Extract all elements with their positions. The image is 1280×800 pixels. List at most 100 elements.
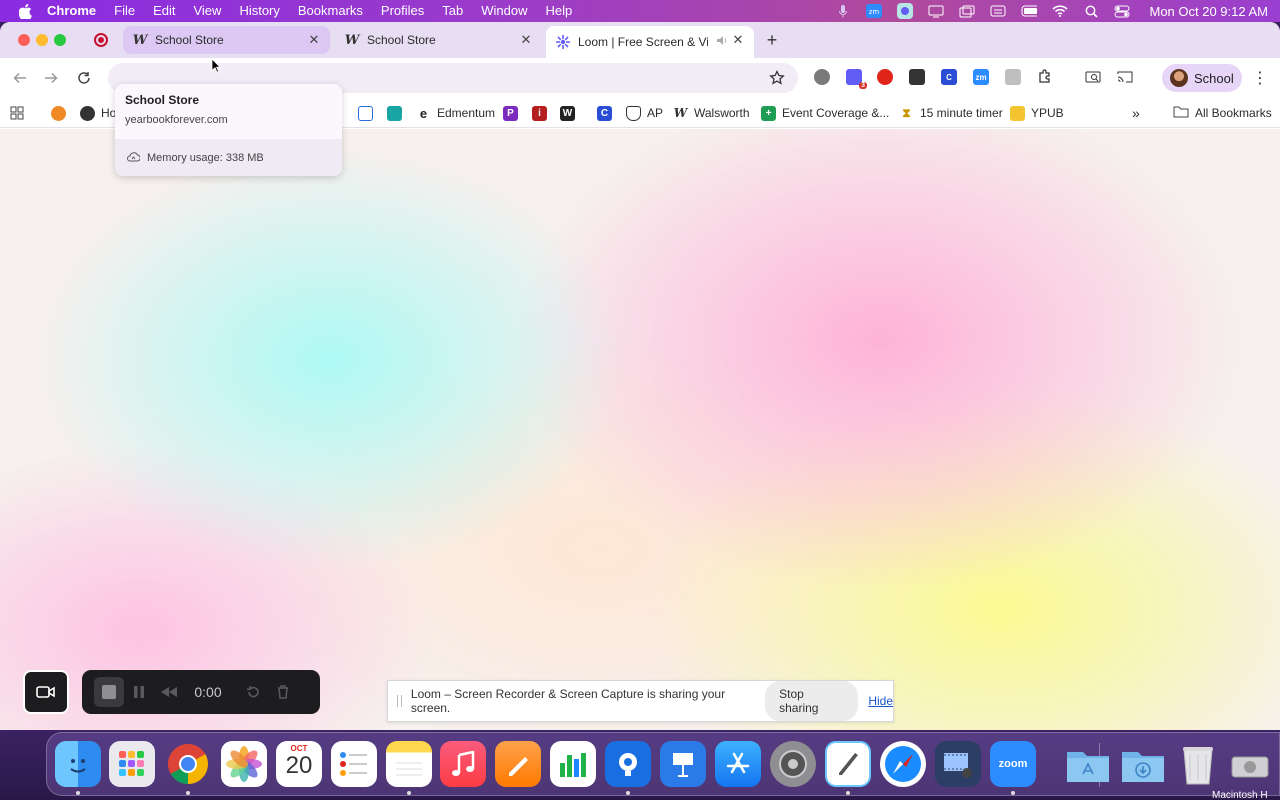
battery-icon[interactable] — [1021, 4, 1038, 18]
bookmark-15-minute-timer[interactable]: ⧗ 15 minute timer — [899, 103, 1003, 123]
extension-loom-icon[interactable]: 3 — [846, 69, 867, 89]
numbers-icon[interactable] — [550, 741, 596, 787]
bookmarks-overflow-icon[interactable]: » — [1132, 103, 1140, 123]
pages-icon[interactable] — [495, 741, 541, 787]
bookmark-star-icon[interactable] — [767, 68, 787, 88]
back-arrow-icon[interactable] — [10, 68, 30, 88]
pause-icon[interactable] — [124, 677, 154, 707]
bookmark-edmentum[interactable]: e Edmentum — [416, 103, 495, 123]
menu-view[interactable]: View — [184, 0, 230, 22]
launchpad-icon[interactable] — [109, 741, 155, 787]
bookmark-ap[interactable]: AP — [626, 103, 663, 123]
finder-icon[interactable] — [55, 741, 101, 787]
safari-icon[interactable] — [880, 741, 926, 787]
bookmark-walsworth[interactable]: W Walsworth — [673, 103, 750, 123]
microphone-icon[interactable] — [835, 4, 851, 18]
input-menu-icon[interactable] — [990, 4, 1006, 18]
apple-menu-icon[interactable] — [17, 3, 33, 19]
menu-history[interactable]: History — [230, 0, 288, 22]
notes-icon[interactable] — [386, 741, 432, 787]
keynote-live-icon[interactable] — [605, 741, 651, 787]
tab-close-icon[interactable]: ✕ — [518, 32, 534, 48]
trash-icon[interactable] — [268, 677, 298, 707]
hide-link[interactable]: Hide — [868, 694, 893, 708]
menu-file[interactable]: File — [105, 0, 144, 22]
recording-indicator-icon[interactable] — [94, 33, 108, 47]
photos-icon[interactable] — [221, 741, 267, 787]
menu-window[interactable]: Window — [472, 0, 536, 22]
applications-folder-icon[interactable] — [1065, 741, 1111, 787]
reminders-icon[interactable] — [331, 741, 377, 787]
music-icon[interactable] — [440, 741, 486, 787]
bookmark-p-icon[interactable]: P — [503, 103, 518, 123]
wifi-icon[interactable] — [1052, 4, 1069, 18]
screen-mirroring-icon[interactable] — [928, 4, 944, 18]
rewind-icon[interactable] — [154, 677, 184, 707]
new-tab-button[interactable]: + — [762, 30, 782, 50]
bookmark-i-icon[interactable]: i — [532, 103, 547, 123]
extensions-puzzle-icon[interactable] — [1037, 69, 1053, 85]
window-icon[interactable] — [959, 4, 975, 18]
extension-1-icon[interactable] — [814, 69, 830, 85]
restart-icon[interactable] — [238, 677, 268, 707]
app-store-icon[interactable] — [715, 741, 761, 787]
system-settings-icon[interactable] — [770, 741, 816, 787]
menu-edit[interactable]: Edit — [144, 0, 184, 22]
tab-close-icon[interactable]: ✕ — [306, 32, 322, 48]
tab-loom[interactable]: Loom | Free Screen & Vid ✕ — [546, 26, 754, 58]
bookmark-tiger-icon[interactable] — [51, 103, 66, 123]
control-center-icon[interactable] — [1114, 4, 1130, 18]
textedit-icon[interactable] — [825, 741, 871, 787]
stop-sharing-button[interactable]: Stop sharing — [765, 681, 859, 721]
zoom-window-button[interactable] — [54, 34, 66, 46]
menu-help[interactable]: Help — [537, 0, 582, 22]
forward-arrow-icon[interactable] — [41, 68, 61, 88]
bookmark-book-icon[interactable] — [358, 103, 373, 123]
downloads-folder-icon[interactable] — [1120, 741, 1166, 787]
extension-2-icon[interactable] — [877, 69, 893, 85]
extension-3-icon[interactable] — [909, 69, 925, 85]
loom-stop-button[interactable] — [94, 677, 124, 707]
bookmark-ypub[interactable]: YPUB — [1010, 103, 1064, 123]
tab-strip: W School Store ✕ W School Store ✕ Loom |… — [0, 22, 1280, 58]
menu-profiles[interactable]: Profiles — [372, 0, 433, 22]
menu-app-name[interactable]: Chrome — [47, 0, 105, 22]
drag-handle-icon[interactable] — [397, 695, 402, 707]
speaker-icon[interactable] — [716, 35, 728, 49]
apps-grid-icon[interactable] — [10, 103, 24, 123]
bookmark-event-coverage[interactable]: + Event Coverage &... — [761, 103, 889, 123]
zoom-status-icon[interactable]: zm — [866, 4, 883, 18]
cast-icon[interactable] — [1117, 69, 1133, 85]
extension-5-icon[interactable] — [1005, 69, 1021, 85]
loom-camera-toggle-button[interactable] — [23, 670, 69, 714]
keynote-icon[interactable] — [660, 741, 706, 787]
extension-4-icon[interactable]: C — [941, 69, 957, 85]
chrome-icon[interactable] — [165, 741, 211, 787]
extension-zoom-icon[interactable]: zm — [973, 69, 989, 85]
minimize-window-button[interactable] — [36, 34, 48, 46]
menu-clock[interactable]: Mon Oct 20 9:12 AM — [1149, 4, 1268, 19]
tab-school-store-2[interactable]: W School Store ✕ — [335, 26, 542, 54]
search-tabs-icon[interactable] — [1085, 69, 1101, 85]
bookmark-w-icon[interactable]: W — [560, 103, 575, 123]
video-editor-icon[interactable] — [935, 741, 981, 787]
menu-tab[interactable]: Tab — [433, 0, 472, 22]
spotlight-search-icon[interactable] — [1083, 4, 1099, 18]
bookmark-puzzle-icon[interactable] — [387, 103, 402, 123]
bookmark-home[interactable]: Ho — [80, 103, 116, 123]
reload-icon[interactable] — [74, 68, 94, 88]
tab-close-icon[interactable]: ✕ — [730, 32, 746, 48]
all-bookmarks[interactable]: All Bookmarks — [1173, 103, 1272, 123]
hard-drive-icon[interactable] — [1227, 741, 1273, 787]
calendar-icon[interactable]: OCT 20 — [276, 741, 322, 787]
tab-school-store-1[interactable]: W School Store ✕ — [123, 26, 330, 54]
loom-status-icon[interactable] — [897, 3, 914, 19]
trash-can-icon[interactable] — [1175, 741, 1221, 787]
profile-button[interactable]: School — [1162, 64, 1242, 92]
zoom-app-icon[interactable]: zoom — [990, 741, 1036, 787]
running-indicator — [626, 791, 630, 795]
chrome-menu-icon[interactable]: ⋮ — [1252, 68, 1268, 88]
bookmark-c-icon[interactable]: C — [597, 103, 612, 123]
menu-bookmarks[interactable]: Bookmarks — [289, 0, 372, 22]
close-window-button[interactable] — [18, 34, 30, 46]
